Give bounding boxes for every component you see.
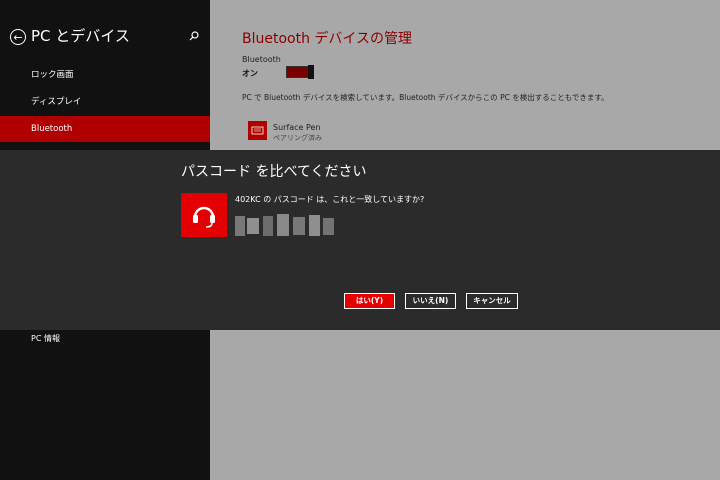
search-icon[interactable] [189, 31, 199, 41]
sidebar-item-display[interactable]: ディスプレイ [0, 89, 210, 115]
bluetooth-label: Bluetooth [242, 55, 281, 64]
sidebar-item-bluetooth[interactable]: Bluetooth [0, 116, 210, 142]
dialog-title: パスコード を比べてください [181, 164, 367, 180]
bluetooth-description: PC で Bluetooth デバイスを検索しています。Bluetooth デバ… [242, 93, 609, 102]
no-button[interactable]: いいえ(N) [405, 293, 456, 309]
passcode-dialog: パスコード を比べてください 402KC の パスコード は、これと一致していま… [0, 150, 720, 330]
toggle-thumb [308, 65, 314, 79]
device-name[interactable]: Surface Pen [273, 123, 321, 132]
bluetooth-toggle[interactable] [286, 65, 314, 79]
cancel-button[interactable]: キャンセル [466, 293, 518, 309]
sidebar-item-lock-screen[interactable]: ロック画面 [0, 62, 210, 88]
device-status: ペアリング済み [273, 134, 322, 142]
yes-button[interactable]: はい(Y) [344, 293, 395, 309]
sidebar-item-pc-info[interactable]: PC 情報 [31, 333, 60, 344]
page-title: Bluetooth デバイスの管理 [242, 31, 412, 47]
back-arrow-icon[interactable]: ← [10, 29, 26, 45]
sidebar-title: PC とデバイス [31, 27, 130, 45]
headset-icon [181, 193, 227, 237]
dialog-question: 402KC の パスコード は、これと一致していますか? [235, 195, 425, 204]
bluetooth-state: オン [242, 69, 258, 78]
passcode-obscured [235, 214, 335, 238]
pen-device-icon [248, 121, 267, 140]
